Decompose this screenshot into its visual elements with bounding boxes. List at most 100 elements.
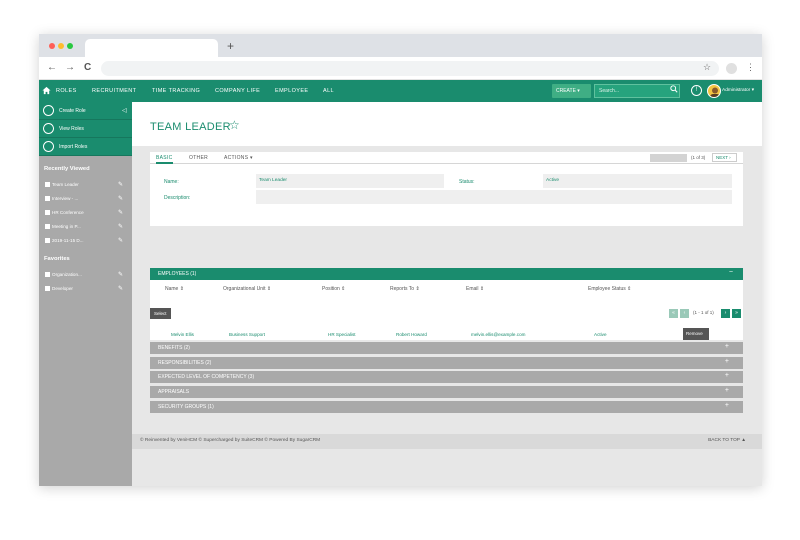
row-org-unit[interactable]: Business Support	[229, 332, 265, 337]
nav-time-tracking[interactable]: TIME TRACKING	[152, 88, 200, 94]
security-groups-subpanel[interactable]: SECURITY GROUPS (1) +	[150, 401, 743, 413]
bookmark-star-icon[interactable]: ☆	[703, 62, 711, 73]
next-record-button[interactable]: NEXT ›	[712, 153, 737, 162]
close-window-button[interactable]	[49, 43, 55, 49]
favorite-item[interactable]: Organization... ✎	[39, 268, 132, 282]
import-roles-label: Import Roles	[59, 144, 88, 150]
footer-credits[interactable]: © Reinvented by VeniHCM © Supercharged b…	[140, 438, 320, 443]
minimize-window-button[interactable]	[58, 43, 64, 49]
expand-icon[interactable]: +	[725, 343, 729, 350]
expand-icon[interactable]: +	[725, 358, 729, 365]
browser-menu-icon[interactable]: ⋮	[746, 62, 755, 73]
browser-tab[interactable]	[85, 39, 218, 57]
expand-icon[interactable]: +	[725, 372, 729, 379]
row-reports-to[interactable]: Robert Howard	[396, 332, 427, 337]
column-email[interactable]: Email ⇕	[466, 286, 484, 292]
create-button[interactable]: CREATE ▾	[552, 84, 591, 98]
nav-recruitment[interactable]: RECRUITMENT	[92, 88, 136, 94]
collapse-subpanel-icon[interactable]: −	[729, 269, 733, 276]
new-tab-button[interactable]: +	[227, 39, 234, 53]
recent-item[interactable]: Interview - ... ✎	[39, 192, 132, 206]
title-area: TEAM LEADER ☆	[132, 102, 762, 146]
column-name[interactable]: Name ⇕	[165, 286, 184, 292]
global-search-input[interactable]: Search...	[594, 84, 680, 98]
subpanel-title: BENEFITS (2)	[158, 345, 190, 351]
edit-icon[interactable]: ✎	[118, 285, 123, 292]
document-icon	[45, 286, 50, 291]
subpanel-title: EXPECTED LEVEL OF COMPETENCY (3)	[158, 374, 255, 380]
column-employee-status[interactable]: Employee Status ⇕	[588, 286, 631, 292]
select-button[interactable]: Select	[150, 308, 171, 319]
recent-item[interactable]: Team Leader ✎	[39, 178, 132, 192]
user-menu[interactable]: Administrator ▾	[722, 88, 754, 93]
edit-icon[interactable]: ✎	[118, 237, 123, 244]
tab-other[interactable]: OTHER	[189, 155, 208, 161]
url-field[interactable]	[101, 61, 719, 76]
home-icon[interactable]	[42, 86, 51, 95]
expand-icon[interactable]: +	[725, 387, 729, 394]
edit-icon[interactable]: ✎	[118, 209, 123, 216]
back-button[interactable]: ←	[47, 62, 57, 73]
status-value: Active	[543, 174, 732, 188]
row-name[interactable]: Melvin Ellis	[171, 332, 194, 337]
employees-subpanel-header[interactable]: EMPLOYEES (1) −	[150, 268, 743, 280]
appraisals-subpanel[interactable]: APPRAISALS +	[150, 386, 743, 398]
maximize-window-button[interactable]	[67, 43, 73, 49]
recent-item[interactable]: 2019-11-15 D... ✎	[39, 234, 132, 248]
row-email[interactable]: melvin.ellis@example.com	[471, 332, 525, 337]
collapse-sidebar-icon[interactable]: ◁	[122, 107, 127, 114]
favorite-item-label: Organization...	[52, 272, 82, 277]
edit-icon[interactable]: ✎	[118, 223, 123, 230]
column-reports-to[interactable]: Reports To ⇕	[390, 286, 420, 292]
tab-actions[interactable]: ACTIONS ▾	[224, 155, 253, 161]
view-roles-action[interactable]: View Roles	[39, 120, 132, 138]
next-page-button[interactable]: ›	[721, 309, 730, 318]
favorite-item[interactable]: Developer ✎	[39, 282, 132, 296]
nav-roles[interactable]: ROLES	[56, 88, 77, 94]
create-role-action[interactable]: Create Role ◁	[39, 102, 132, 120]
avatar[interactable]	[707, 84, 721, 98]
subpanel-title: APPRAISALS	[158, 389, 190, 395]
tab-strip: +	[39, 34, 762, 57]
remove-button[interactable]: Remove	[683, 328, 709, 340]
responsibilities-subpanel[interactable]: RESPONSIBILITIES (2) +	[150, 357, 743, 369]
favorite-star-icon[interactable]: ☆	[229, 118, 240, 132]
edit-icon[interactable]: ✎	[118, 181, 123, 188]
notifications-icon[interactable]: !	[691, 85, 702, 96]
column-position[interactable]: Position ⇕	[322, 286, 345, 292]
name-label: Name:	[164, 179, 179, 185]
prev-page-button[interactable]: ‹	[680, 309, 689, 318]
nav-all[interactable]: ALL	[323, 88, 334, 94]
employees-subpanel-title: EMPLOYEES (1)	[158, 271, 197, 277]
edit-icon[interactable]: ✎	[118, 195, 123, 202]
recent-item[interactable]: HR Conference ✎	[39, 206, 132, 220]
column-org-unit[interactable]: Organizational Unit ⇕	[223, 286, 271, 292]
recent-item[interactable]: Meeting in P... ✎	[39, 220, 132, 234]
back-to-top-link[interactable]: BACK TO TOP ▲	[708, 438, 746, 443]
reload-button[interactable]: C	[84, 62, 91, 73]
expand-icon[interactable]: +	[725, 402, 729, 409]
last-page-button[interactable]: »	[732, 309, 741, 318]
search-icon[interactable]	[670, 85, 678, 93]
forward-button[interactable]: →	[65, 62, 75, 73]
nav-company-life[interactable]: COMPANY LIFE	[215, 88, 260, 94]
detail-tabs: BASIC OTHER ACTIONS ▾ (1 of 3) NEXT ›	[150, 152, 743, 164]
meeting-icon	[45, 224, 50, 229]
recent-item-label: Interview - ...	[52, 196, 79, 201]
tab-basic[interactable]: BASIC	[156, 155, 173, 164]
employees-subpanel: Name ⇕ Organizational Unit ⇕ Position ⇕ …	[150, 280, 743, 340]
previous-record-button[interactable]	[650, 154, 687, 162]
favorites-heading: Favorites	[44, 256, 70, 262]
first-page-button[interactable]: «	[669, 309, 678, 318]
group-icon	[45, 238, 50, 243]
recently-viewed-heading: Recently Viewed	[44, 166, 90, 172]
recent-item-label: HR Conference	[52, 210, 84, 215]
description-label: Description:	[164, 195, 191, 201]
edit-icon[interactable]: ✎	[118, 271, 123, 278]
pagination-label: (1 - 1 of 1)	[693, 310, 714, 315]
profile-avatar[interactable]	[726, 63, 737, 74]
nav-employee[interactable]: EMPLOYEE	[275, 88, 308, 94]
benefits-subpanel[interactable]: BENEFITS (2) +	[150, 342, 743, 354]
competency-subpanel[interactable]: EXPECTED LEVEL OF COMPETENCY (3) +	[150, 371, 743, 383]
import-roles-action[interactable]: Import Roles	[39, 138, 132, 156]
